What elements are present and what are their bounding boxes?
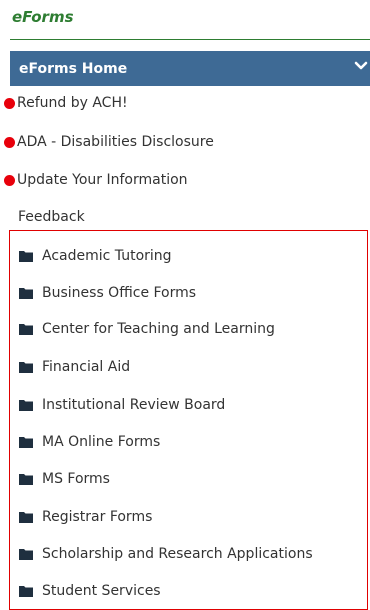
folder-icon: [19, 251, 33, 262]
feedback-link[interactable]: Feedback: [18, 205, 85, 229]
link-label: Update Your Information: [17, 172, 188, 188]
folder-academic-tutoring[interactable]: Academic Tutoring: [19, 244, 172, 268]
eforms-home-button[interactable]: eForms Home: [10, 51, 370, 86]
folder-ms-forms[interactable]: MS Forms: [19, 467, 110, 491]
red-dot-icon: [4, 97, 15, 109]
folder-label: Scholarship and Research Applications: [42, 546, 313, 562]
eforms-home-label: eForms Home: [19, 60, 128, 77]
folder-label: MS Forms: [42, 471, 110, 487]
red-dot-icon: [4, 136, 15, 148]
folder-business-office-forms[interactable]: Business Office Forms: [19, 281, 196, 305]
folder-label: Center for Teaching and Learning: [42, 321, 275, 337]
folder-financial-aid[interactable]: Financial Aid: [19, 355, 130, 379]
folder-registrar-forms[interactable]: Registrar Forms: [19, 505, 152, 529]
folder-icon: [19, 288, 33, 299]
folder-icon: [19, 324, 33, 335]
folder-label: Financial Aid: [42, 359, 131, 375]
folder-icon: [19, 512, 33, 523]
link-label: ADA - Disabilities Disclosure: [17, 134, 214, 150]
folder-student-services[interactable]: Student Services: [19, 579, 161, 603]
link-label: Refund by ACH!: [17, 95, 128, 111]
folder-institutional-review-board[interactable]: Institutional Review Board: [19, 393, 225, 417]
folder-icon: [19, 549, 33, 560]
link-refund-by-ach[interactable]: Refund by ACH!: [0, 91, 128, 115]
folder-label: Institutional Review Board: [42, 397, 226, 413]
folder-icon: [19, 437, 33, 448]
folder-scholarship-and-research-applications[interactable]: Scholarship and Research Applications: [19, 542, 313, 566]
folder-label: Student Services: [42, 583, 161, 599]
folder-label: MA Online Forms: [42, 434, 161, 450]
folder-label: Business Office Forms: [42, 285, 197, 301]
folder-center-for-teaching-and-learning[interactable]: Center for Teaching and Learning: [19, 317, 275, 341]
folder-ma-online-forms[interactable]: MA Online Forms: [19, 430, 160, 454]
folder-label: Academic Tutoring: [42, 248, 172, 264]
folder-icon: [19, 586, 33, 597]
chevron-down-icon: [354, 61, 368, 70]
folder-icon: [19, 474, 33, 485]
red-dot-icon: [4, 174, 15, 186]
title-divider: [10, 39, 370, 40]
folder-icon: [19, 400, 33, 411]
link-ada-disabilities-disclosure[interactable]: ADA - Disabilities Disclosure: [0, 130, 214, 154]
folder-label: Registrar Forms: [42, 509, 153, 525]
folder-icon: [19, 362, 33, 373]
link-update-your-information[interactable]: Update Your Information: [0, 168, 188, 192]
page-title: eForms: [12, 8, 74, 26]
